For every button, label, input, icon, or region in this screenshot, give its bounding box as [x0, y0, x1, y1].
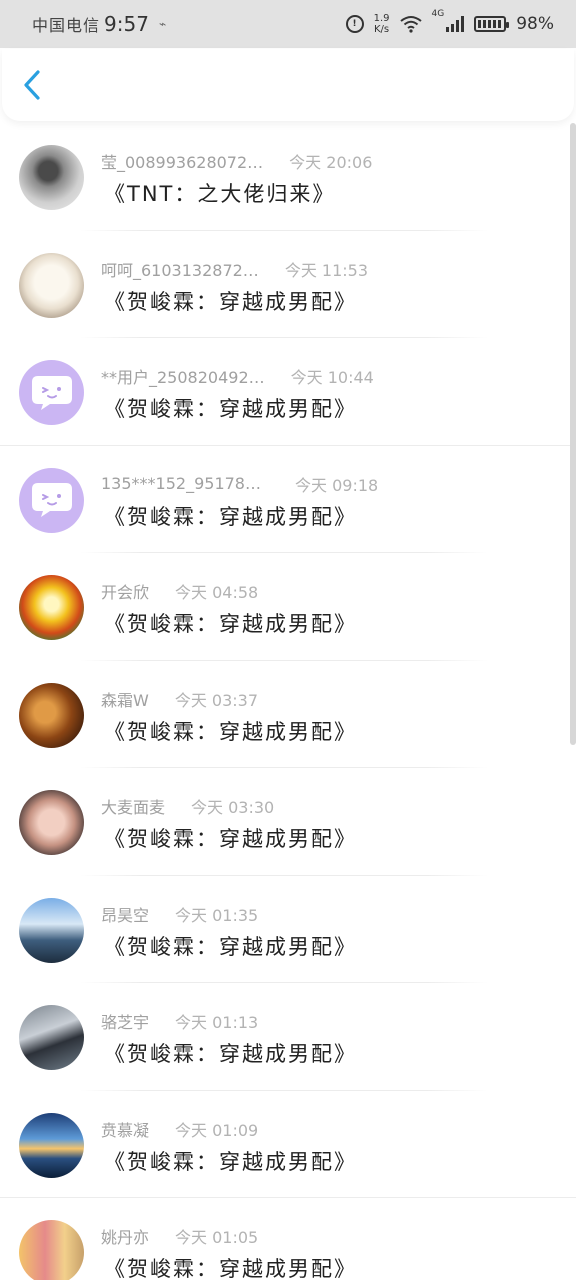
default-avatar-icon [31, 483, 72, 517]
net-speed-value: 1.9 [373, 13, 390, 24]
status-bar: 中国电信 9:57 ⌁ ! 1.9 K/s 4G 98% [0, 0, 576, 48]
list-item[interactable]: 大麦面麦 今天 03:30 《贺峻霖：穿越成男配》 [0, 768, 576, 876]
net-speed-unit: K/s [373, 24, 390, 35]
message-text: 《贺峻霖：穿越成男配》 [104, 719, 357, 744]
list-item[interactable]: 姚丹亦 今天 01:05 《贺峻霖：穿越成男配》 [0, 1198, 576, 1280]
signal-icon [446, 16, 465, 32]
message-text: 《贺峻霖：穿越成男配》 [104, 1149, 357, 1174]
message-list: 莹_008993628072… 今天 20:06 《TNT：之大佬归来》 呵呵_… [0, 123, 576, 1280]
list-item[interactable]: 开会欣 今天 04:58 《贺峻霖：穿越成男配》 [0, 553, 576, 661]
avatar[interactable] [19, 575, 84, 640]
avatar[interactable] [19, 145, 84, 210]
list-item[interactable]: 呵呵_6103132872… 今天 11:53 《贺峻霖：穿越成男配》 [0, 231, 576, 338]
message-time: 今天 09:18 [295, 475, 379, 495]
carrier-label: 中国电信 [32, 16, 101, 35]
list-item[interactable]: 贲慕凝 今天 01:09 《贺峻霖：穿越成男配》 [0, 1091, 576, 1198]
sender-name: **用户_250820492… [101, 368, 265, 387]
list-item[interactable]: 昂昊空 今天 01:35 《贺峻霖：穿越成男配》 [0, 876, 576, 983]
message-text: 《贺峻霖：穿越成男配》 [104, 504, 357, 529]
avatar[interactable] [19, 1112, 84, 1178]
scrollbar[interactable] [570, 123, 576, 745]
message-meta: 开会欣 今天 04:58 [101, 579, 258, 603]
message-meta: 森霜W 今天 03:37 [101, 687, 258, 711]
sender-name: 莹_008993628072… [101, 153, 264, 172]
message-meta: 贲慕凝 今天 01:09 [101, 1117, 258, 1141]
avatar[interactable] [19, 1220, 84, 1280]
net-speed: 1.9 K/s [374, 13, 390, 35]
list-item[interactable]: 骆芝宇 今天 01:13 《贺峻霖：穿越成男配》 [0, 983, 576, 1091]
list-item[interactable]: 莹_008993628072… 今天 20:06 《TNT：之大佬归来》 [0, 123, 576, 231]
status-left: 中国电信 9:57 ⌁ [32, 12, 166, 36]
message-meta: 昂昊空 今天 01:35 [101, 902, 258, 926]
message-time: 今天 01:09 [175, 1120, 259, 1140]
header [2, 49, 574, 121]
sender-name: 大麦面麦 [101, 798, 166, 817]
list-item[interactable]: 森霜W 今天 03:37 《贺峻霖：穿越成男配》 [0, 661, 576, 768]
avatar[interactable] [19, 252, 84, 318]
message-time: 今天 01:13 [175, 1013, 259, 1032]
usb-icon: ⌁ [158, 17, 167, 31]
avatar[interactable] [19, 897, 84, 963]
message-time: 今天 01:05 [175, 1228, 259, 1247]
sender-name: 贲慕凝 [101, 1120, 150, 1140]
message-meta: 135***152_951786… 今天 09:18 [101, 472, 378, 496]
message-meta: 骆芝宇 今天 01:13 [101, 1009, 258, 1033]
avatar[interactable] [19, 790, 84, 855]
message-meta: **用户_250820492… 今天 10:44 [101, 364, 374, 388]
avatar[interactable] [19, 467, 84, 533]
sender-name: 姚丹亦 [101, 1228, 150, 1247]
sender-name: 森霜W [101, 690, 149, 710]
message-text: 《TNT：之大佬归来》 [104, 182, 336, 206]
message-time: 今天 10:44 [290, 368, 374, 387]
message-text: 《贺峻霖：穿越成男配》 [104, 1257, 357, 1280]
sender-name: 开会欣 [101, 583, 150, 602]
status-right: ! 1.9 K/s 4G 98% [345, 9, 554, 35]
message-text: 《贺峻霖：穿越成男配》 [104, 934, 357, 959]
back-button[interactable] [2, 49, 62, 121]
sender-name: 昂昊空 [101, 905, 150, 925]
message-text: 《贺峻霖：穿越成男配》 [104, 1042, 357, 1066]
message-time: 今天 04:58 [175, 583, 259, 602]
default-avatar-icon [31, 375, 72, 410]
wifi-icon [399, 16, 422, 33]
hd-call-icon: ! [345, 15, 364, 33]
message-meta: 莹_008993628072… 今天 20:06 [101, 149, 372, 173]
sender-name: 呵呵_6103132872… [101, 260, 259, 280]
network-type: 4G [431, 9, 445, 19]
sender-name: 135***152_951786… [101, 474, 269, 493]
message-text: 《贺峻霖：穿越成男配》 [104, 612, 357, 636]
message-time: 今天 03:30 [191, 798, 275, 817]
message-text: 《贺峻霖：穿越成男配》 [104, 397, 357, 421]
list-item[interactable]: 135***152_951786… 今天 09:18 《贺峻霖：穿越成男配》 [0, 446, 576, 553]
chevron-left-icon [24, 70, 40, 100]
battery-percent: 98% [516, 14, 554, 34]
sender-name: 骆芝宇 [101, 1013, 150, 1032]
message-time: 今天 03:37 [174, 690, 259, 710]
message-time: 今天 20:06 [289, 153, 373, 172]
message-meta: 呵呵_6103132872… 今天 11:53 [101, 257, 368, 281]
avatar[interactable] [19, 1005, 84, 1070]
message-text: 《贺峻霖：穿越成男配》 [104, 827, 357, 851]
battery-icon [474, 16, 510, 32]
clock: 9:57 [104, 12, 149, 36]
message-text: 《贺峻霖：穿越成男配》 [104, 289, 357, 314]
avatar[interactable] [19, 360, 84, 425]
list-item[interactable]: **用户_250820492… 今天 10:44 《贺峻霖：穿越成男配》 [0, 338, 576, 446]
message-meta: 大麦面麦 今天 03:30 [101, 794, 274, 818]
message-time: 今天 01:35 [175, 905, 259, 925]
message-time: 今天 11:53 [284, 260, 369, 280]
avatar[interactable] [19, 682, 84, 748]
message-meta: 姚丹亦 今天 01:05 [101, 1224, 258, 1248]
